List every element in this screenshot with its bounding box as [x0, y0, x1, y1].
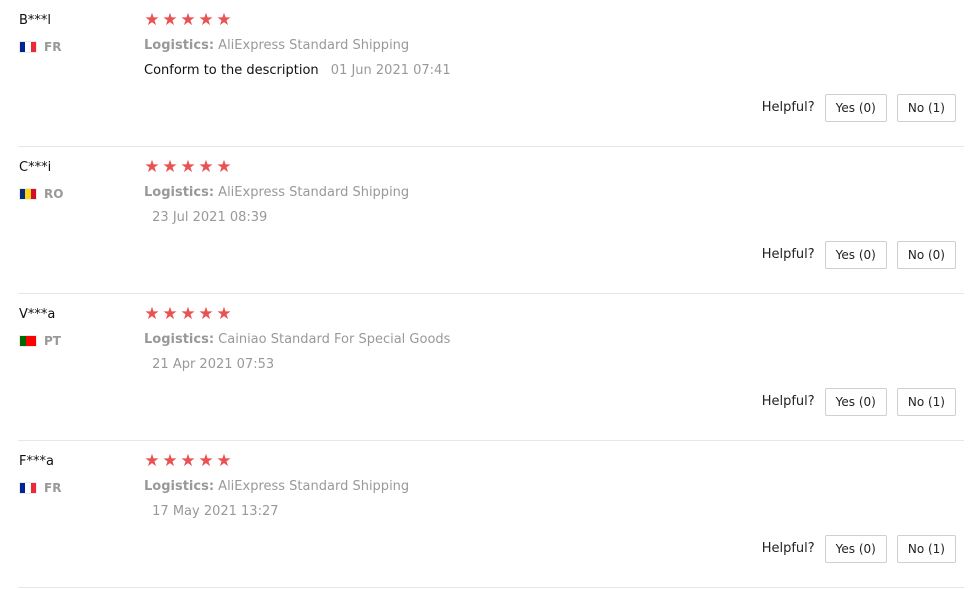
- review-item: C***i RO ★ ★ ★ ★ ★ Logistics: AliExpress…: [0, 147, 980, 294]
- logistics-value: AliExpress Standard Shipping: [218, 479, 410, 494]
- reviews-list: B***l FR ★ ★ ★ ★ ★ Logistics: AliExpress…: [0, 0, 980, 589]
- logistics-value: Cainiao Standard For Special Goods: [218, 332, 451, 347]
- logistics-info: Logistics: Cainiao Standard For Special …: [144, 331, 450, 349]
- star-icon: ★: [162, 157, 178, 177]
- helpful-no-button[interactable]: No (1): [896, 94, 956, 122]
- logistics-label: Logistics:: [144, 185, 215, 200]
- helpful-controls: Helpful? Yes (0) No (1): [762, 388, 956, 416]
- logistics-info: Logistics: AliExpress Standard Shipping: [144, 37, 409, 55]
- logistics-label: Logistics:: [144, 38, 215, 53]
- helpful-yes-button[interactable]: Yes (0): [824, 94, 887, 122]
- review-date: 17 May 2021 13:27: [152, 504, 279, 519]
- helpful-yes-button[interactable]: Yes (0): [824, 241, 887, 269]
- flag-stripe: [30, 42, 36, 52]
- star-icon: ★: [162, 451, 178, 471]
- france-flag-icon: [19, 41, 37, 53]
- star-icon: ★: [180, 157, 196, 177]
- reviewer-name: V***a: [19, 307, 56, 322]
- helpful-controls: Helpful? Yes (0) No (1): [762, 94, 956, 122]
- star-icon: ★: [144, 304, 160, 324]
- reviewer-name: B***l: [19, 13, 52, 28]
- rating-stars: ★ ★ ★ ★ ★: [144, 157, 232, 177]
- helpful-label: Helpful?: [761, 247, 815, 262]
- review-text: Conform to the description: [144, 63, 319, 78]
- reviewer-name: C***i: [19, 160, 52, 175]
- review-date: 21 Apr 2021 07:53: [152, 357, 275, 372]
- logistics-label: Logistics:: [144, 479, 215, 494]
- helpful-label: Helpful?: [761, 394, 815, 409]
- helpful-no-button[interactable]: No (1): [896, 388, 956, 416]
- flag-stripe: [30, 483, 36, 493]
- country-code: FR: [44, 40, 62, 54]
- star-icon: ★: [198, 157, 214, 177]
- romania-flag-icon: [19, 188, 37, 200]
- helpful-yes-button[interactable]: Yes (0): [824, 535, 887, 563]
- rating-stars: ★ ★ ★ ★ ★: [144, 451, 232, 471]
- star-icon: ★: [144, 10, 160, 30]
- review-item: B***l FR ★ ★ ★ ★ ★ Logistics: AliExpress…: [0, 0, 980, 147]
- flag-stripe: [30, 189, 36, 199]
- helpful-yes-button[interactable]: Yes (0): [824, 388, 887, 416]
- reviewer-name: F***a: [19, 454, 54, 469]
- star-icon: ★: [216, 10, 232, 30]
- portugal-flag-icon: [19, 335, 37, 347]
- star-icon: ★: [144, 451, 160, 471]
- star-icon: ★: [216, 157, 232, 177]
- star-icon: ★: [216, 451, 232, 471]
- review-item: F***a FR ★ ★ ★ ★ ★ Logistics: AliExpress…: [0, 441, 980, 588]
- review-content: 21 Apr 2021 07:53: [144, 356, 274, 374]
- logistics-label: Logistics:: [144, 332, 215, 347]
- logistics-value: AliExpress Standard Shipping: [218, 185, 410, 200]
- logistics-info: Logistics: AliExpress Standard Shipping: [144, 478, 409, 496]
- reviewer-country: FR: [19, 479, 61, 497]
- rating-stars: ★ ★ ★ ★ ★: [144, 304, 232, 324]
- reviewer-country: FR: [19, 38, 61, 56]
- helpful-label: Helpful?: [761, 541, 815, 556]
- star-icon: ★: [162, 304, 178, 324]
- logistics-value: AliExpress Standard Shipping: [218, 38, 410, 53]
- star-icon: ★: [180, 10, 196, 30]
- rating-stars: ★ ★ ★ ★ ★: [144, 10, 232, 30]
- helpful-controls: Helpful? Yes (0) No (0): [762, 241, 956, 269]
- star-icon: ★: [162, 10, 178, 30]
- flag-stripe: [26, 336, 36, 346]
- country-code: PT: [44, 334, 61, 348]
- review-content: 23 Jul 2021 08:39: [144, 209, 267, 227]
- review-content: 17 May 2021 13:27: [144, 503, 279, 521]
- logistics-info: Logistics: AliExpress Standard Shipping: [144, 184, 409, 202]
- helpful-controls: Helpful? Yes (0) No (1): [762, 535, 956, 563]
- country-code: FR: [44, 481, 62, 495]
- country-code: RO: [44, 187, 64, 201]
- france-flag-icon: [19, 482, 37, 494]
- star-icon: ★: [216, 304, 232, 324]
- star-icon: ★: [180, 304, 196, 324]
- review-date: 01 Jun 2021 07:41: [330, 63, 451, 78]
- star-icon: ★: [180, 451, 196, 471]
- star-icon: ★: [198, 10, 214, 30]
- review-content: Conform to the description 01 Jun 2021 0…: [144, 62, 451, 80]
- helpful-no-button[interactable]: No (0): [896, 241, 956, 269]
- reviewer-country: PT: [19, 332, 61, 350]
- star-icon: ★: [144, 157, 160, 177]
- star-icon: ★: [198, 451, 214, 471]
- reviewer-country: RO: [19, 185, 63, 203]
- review-item: V***a PT ★ ★ ★ ★ ★ Logistics: Cainiao St…: [0, 294, 980, 441]
- helpful-label: Helpful?: [761, 100, 815, 115]
- star-icon: ★: [198, 304, 214, 324]
- review-date: 23 Jul 2021 08:39: [152, 210, 268, 225]
- helpful-no-button[interactable]: No (1): [896, 535, 956, 563]
